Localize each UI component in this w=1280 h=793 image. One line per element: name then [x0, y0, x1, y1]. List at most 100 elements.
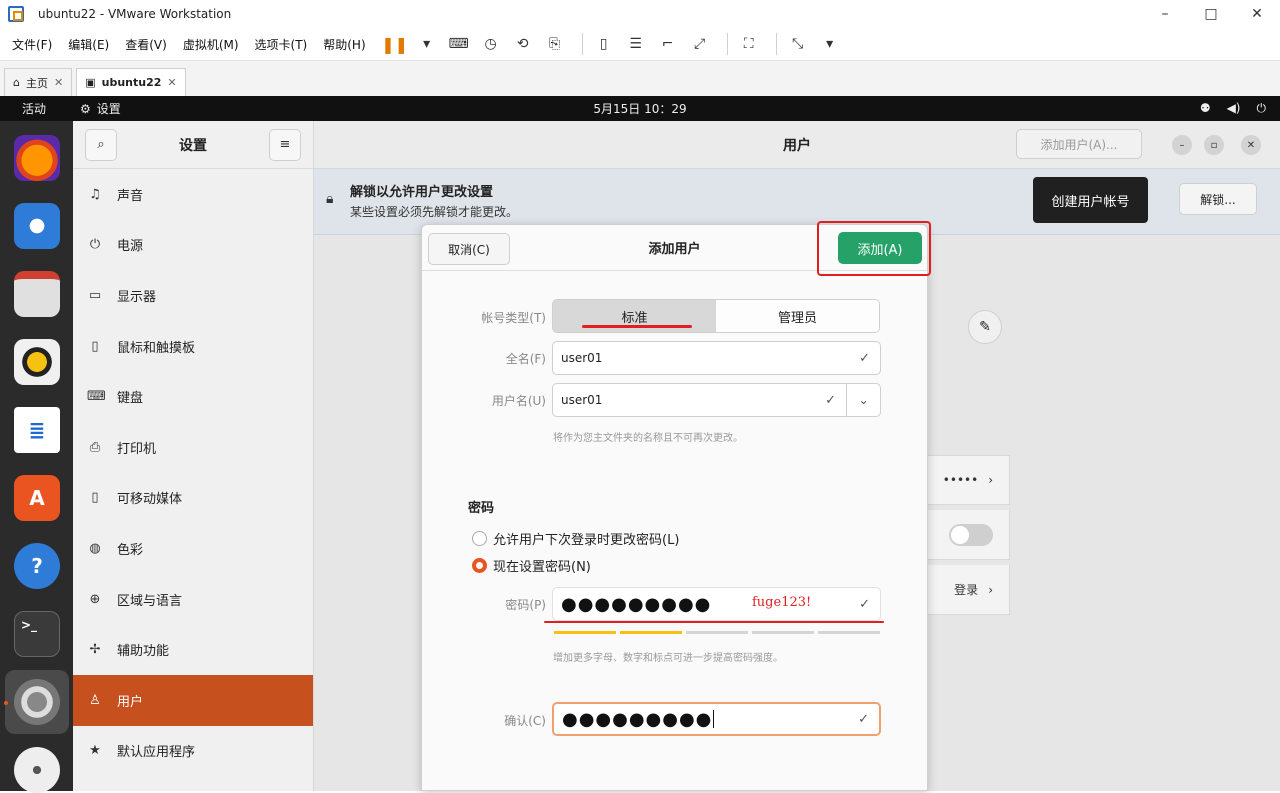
search-icon[interactable]: ⌕ — [85, 128, 117, 161]
tab-ubuntu22[interactable]: ▣ ubuntu22 ✕ — [76, 68, 186, 96]
menu-tabs[interactable]: 选项卡(T) — [255, 36, 308, 53]
maximize-button[interactable]: □ — [1188, 0, 1234, 28]
confirm-password-field[interactable]: ●●●●●●●●● ✓ — [552, 702, 881, 736]
sidebar-item-printers[interactable]: ⎙ 打印机 — [73, 422, 313, 473]
menu-edit[interactable]: 编辑(E) — [68, 36, 109, 53]
writer-icon[interactable]: ≣ — [14, 407, 60, 453]
minimize-button[interactable]: – — [1142, 0, 1188, 28]
sidebar-item-accessibility[interactable]: ✢ 辅助功能 — [73, 624, 313, 675]
radio-button[interactable] — [472, 531, 487, 546]
chevron-right-icon: › — [988, 582, 993, 597]
app-menu[interactable]: ⚙ 设置 — [80, 100, 121, 117]
close-button[interactable]: ✕ — [1234, 0, 1280, 28]
rhythmbox-icon[interactable] — [14, 339, 60, 385]
radio-set-now[interactable]: 现在设置密码(N) — [472, 556, 591, 575]
login-history-label: 登录 — [954, 583, 979, 597]
full-screen-icon[interactable]: ⛶ — [736, 31, 762, 57]
toolbar-divider — [726, 33, 728, 55]
hamburger-menu-icon[interactable]: ≡ — [269, 128, 301, 161]
sidebar-item-displays[interactable]: ▭ 显示器 — [73, 270, 313, 321]
radio-set-later[interactable]: 允许用户下次登录时更改密码(L) — [472, 529, 679, 548]
lock-icon: 🔒︎ — [326, 191, 334, 207]
stretch-icon[interactable]: ⤡ — [785, 31, 811, 57]
unlock-button[interactable]: 解锁... — [1179, 183, 1257, 215]
close-icon[interactable]: ✕ — [54, 76, 63, 89]
close-icon[interactable]: ✕ — [1241, 135, 1261, 155]
close-icon[interactable]: ✕ — [167, 76, 176, 89]
account-type-admin[interactable]: 管理员 — [716, 300, 879, 332]
menu-view[interactable]: 查看(V) — [125, 36, 167, 53]
thumbnail-icon[interactable]: ☰ — [623, 31, 649, 57]
terminal-icon[interactable]: >_ — [14, 611, 60, 657]
dialog-title: 添加用户 — [648, 242, 701, 257]
chevron-down-icon[interactable]: ⌄ — [846, 383, 881, 417]
sidebar-item-power[interactable]: ⏻ 电源 — [73, 220, 313, 271]
console-view-icon[interactable]: ⌐ — [655, 31, 681, 57]
firefox-icon[interactable] — [14, 135, 60, 181]
add-user-button[interactable]: 添加用户(A)... — [1016, 129, 1142, 159]
chevron-down-icon[interactable]: ▾ — [414, 31, 440, 57]
username-value: user01 — [561, 393, 603, 407]
send-keys-icon[interactable]: ⌨ — [446, 31, 472, 57]
radio-button-selected[interactable] — [472, 558, 487, 573]
clock[interactable]: 5月15日 10：29 — [0, 100, 1280, 117]
system-tray[interactable]: ⚉ ◀) ⏻ — [1200, 101, 1266, 116]
edit-avatar-icon[interactable]: ✎ — [968, 310, 1002, 344]
password-field[interactable]: ●●●●●●●●● ✓ — [552, 587, 881, 621]
pause-icon[interactable]: ❚❚ — [381, 31, 408, 57]
sidebar-item-color[interactable]: ◍ 色彩 — [73, 523, 313, 574]
files-icon[interactable] — [14, 271, 60, 317]
activities-button[interactable]: 活动 — [22, 100, 46, 117]
sidebar-header: ⌕ 设置 ≡ — [73, 121, 313, 169]
help-icon[interactable]: ? — [14, 543, 60, 589]
app-menu-label: 设置 — [96, 102, 121, 116]
username-field[interactable]: user01 ✓ — [552, 383, 847, 417]
snapshot-restore-icon[interactable]: ⟲ — [510, 31, 536, 57]
minimize-icon[interactable]: – — [1172, 135, 1192, 155]
password-section-title: 密码 — [468, 501, 495, 516]
power-icon: ⏻ — [1256, 101, 1267, 115]
sidebar-item-label: 区域与语言 — [117, 593, 183, 609]
account-type-label: 帐号类型(T) — [481, 311, 546, 325]
chevron-down-icon[interactable]: ▾ — [817, 31, 843, 57]
strength-segment — [554, 631, 616, 634]
menu-file[interactable]: 文件(F) — [12, 36, 52, 53]
snapshot-manager-icon[interactable]: ⎘ — [542, 31, 568, 57]
chevron-right-icon: › — [988, 473, 993, 487]
settings-sidebar: ⌕ 设置 ≡ ♫ 声音 ⏻ 电源 ▭ 显示器 ▯ 鼠标和触摸板 ⌨ 键盘 ⎙ 打印机 ▯ 可移… — [73, 121, 314, 791]
autologin-row — [914, 510, 1010, 560]
thunderbird-icon[interactable] — [14, 203, 60, 249]
vmware-logo-icon — [8, 6, 24, 22]
sidebar-item-mouse[interactable]: ▯ 鼠标和触摸板 — [73, 321, 313, 372]
autologin-toggle[interactable] — [949, 523, 993, 546]
login-history-row[interactable]: 登录 › — [914, 565, 1010, 615]
unity-icon[interactable]: ⤢ — [687, 31, 713, 57]
user-icon: ♙ — [89, 692, 101, 708]
password-row[interactable]: ••••• › — [914, 455, 1010, 505]
panel-header: 用户 添加用户(A)... – ▫ ✕ — [314, 121, 1280, 169]
app-center-icon[interactable]: A — [14, 475, 60, 521]
sidebar-item-label: 电源 — [117, 239, 144, 255]
radio-label: 现在设置密码(N) — [493, 560, 591, 575]
library-icon[interactable]: ▯ — [591, 31, 617, 57]
sidebar-item-label: 用户 — [117, 694, 144, 710]
cancel-button[interactable]: 取消(C) — [428, 233, 510, 265]
sidebar-item-region[interactable]: ⊕ 区域与语言 — [73, 574, 313, 625]
fullname-field[interactable]: user01 ✓ — [552, 341, 881, 375]
sidebar-item-sound[interactable]: ♫ 声音 — [73, 169, 313, 220]
sidebar-item-users[interactable]: ♙ 用户 — [73, 674, 313, 726]
menu-help[interactable]: 帮助(H) — [323, 36, 365, 53]
password-strength-bar — [554, 631, 880, 634]
fullname-value: user01 — [561, 351, 603, 365]
restore-icon[interactable]: ▫ — [1204, 135, 1224, 155]
settings-icon[interactable] — [14, 679, 60, 725]
disc-icon[interactable] — [14, 747, 60, 793]
sidebar-item-default-apps[interactable]: ★ 默认应用程序 — [73, 726, 313, 777]
menu-vm[interactable]: 虚拟机(M) — [183, 36, 239, 53]
sidebar-item-keyboard[interactable]: ⌨ 键盘 — [73, 371, 313, 422]
sidebar-item-removable-media[interactable]: ▯ 可移动媒体 — [73, 473, 313, 524]
tab-home[interactable]: ⌂ 主页 ✕ — [4, 68, 73, 96]
keyboard-icon: ⌨ — [87, 389, 106, 405]
sidebar-item-label: 键盘 — [117, 391, 144, 407]
snapshot-icon[interactable]: ◷ — [478, 31, 504, 57]
